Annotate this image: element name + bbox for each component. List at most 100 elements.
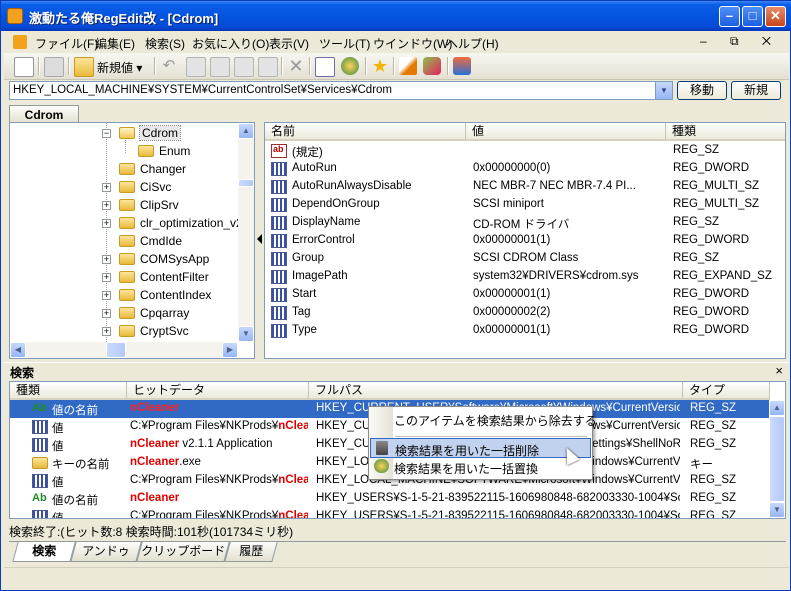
table-row[interactable]: AutoRun 0x00000000(0) REG_DWORD — [265, 160, 785, 178]
copy-icon[interactable] — [186, 57, 206, 77]
paste-icon[interactable] — [234, 57, 254, 77]
move-button[interactable]: 移動 — [677, 81, 727, 100]
rename-icon[interactable] — [315, 57, 335, 77]
paste-special-icon[interactable] — [258, 57, 278, 77]
menu-edit[interactable]: 編集(E) — [95, 35, 135, 52]
undo-icon[interactable]: ↶ — [160, 57, 178, 75]
table-row[interactable]: ErrorControl 0x00000001(1) REG_DWORD — [265, 232, 785, 250]
column-header-full-path[interactable]: フルパス — [309, 382, 683, 400]
table-row[interactable]: ImagePath system32¥DRIVERS¥cdrom.sys REG… — [265, 268, 785, 286]
column-header-name[interactable]: 名前 — [265, 123, 466, 141]
menu-favorites[interactable]: お気に入り(O) — [192, 35, 269, 52]
scroll-left-icon[interactable]: ◀ — [10, 342, 26, 358]
table-row[interactable]: DependOnGroup SCSI miniport REG_MULTI_SZ — [265, 196, 785, 214]
find-icon[interactable] — [341, 57, 359, 75]
scroll-thumb[interactable] — [238, 179, 254, 187]
wand-icon[interactable] — [399, 57, 417, 75]
menu-search[interactable]: 検索(S) — [145, 35, 185, 52]
tree-item-label[interactable]: CiSvc — [140, 180, 171, 194]
tree-item-label[interactable]: COMSysApp — [140, 252, 209, 266]
cut-icon[interactable] — [210, 57, 230, 77]
scroll-up-icon[interactable]: ▲ — [769, 400, 785, 416]
title-bar[interactable]: 激動たる俺RegEdit改 - [Cdrom] – □ ✕ — [1, 1, 791, 31]
scroll-down-icon[interactable]: ▼ — [238, 326, 254, 342]
tab-cdrom[interactable]: Cdrom — [9, 105, 79, 123]
expand-icon[interactable]: + — [102, 183, 111, 192]
table-row[interactable]: Tag 0x00000002(2) REG_DWORD — [265, 304, 785, 322]
menu-file[interactable]: ファイル(F) — [35, 35, 98, 52]
table-row[interactable]: Group SCSI CDROM Class REG_SZ — [265, 250, 785, 268]
tree-item-clipsrv[interactable]: + ClipSrv — [10, 197, 240, 215]
expand-icon[interactable]: + — [102, 255, 111, 264]
tree-item-cryptsvc[interactable]: + CryptSvc — [10, 323, 240, 341]
column-header-value[interactable]: 値 — [466, 123, 666, 141]
expand-icon[interactable]: + — [102, 327, 111, 336]
app-icon[interactable] — [7, 8, 23, 24]
expand-icon[interactable]: + — [102, 273, 111, 282]
edit-icon[interactable] — [44, 57, 64, 77]
tree-item-label[interactable]: clr_optimization_v2. — [140, 216, 246, 230]
tree-item-label[interactable]: Cpqarray — [140, 306, 189, 320]
expand-icon[interactable]: + — [102, 219, 111, 228]
star-favorites-icon[interactable]: ★ — [371, 57, 389, 75]
menu-window[interactable]: ウインドウ(W) — [373, 35, 452, 52]
new-value-dropdown[interactable]: 新規値 ▾ — [97, 59, 142, 76]
close-icon[interactable]: × — [775, 363, 783, 378]
table-row[interactable]: (規定) REG_SZ — [265, 142, 785, 160]
mdi-window-buttons[interactable]: – ⧉ ✕ — [700, 34, 781, 49]
menu-view[interactable]: 表示(V) — [269, 35, 309, 52]
tree-vertical-scrollbar[interactable]: ▲ ▼ — [238, 123, 254, 342]
new-document-icon[interactable] — [14, 57, 34, 77]
menu-help[interactable]: ヘルプ(H) — [446, 35, 499, 52]
address-combobox[interactable]: HKEY_LOCAL_MACHINE¥SYSTEM¥CurrentControl… — [9, 81, 673, 100]
column-header-kind[interactable]: 種類 — [10, 382, 127, 400]
tree-item-cisvc[interactable]: + CiSvc — [10, 179, 240, 197]
search-vertical-scrollbar[interactable]: ▲ ▼ — [769, 400, 785, 518]
tree-item-clr-optimization[interactable]: + clr_optimization_v2. — [10, 215, 246, 233]
tree-item-contentfilter[interactable]: + ContentFilter — [10, 269, 240, 287]
tree-item-cdrom[interactable]: − Cdrom — [10, 125, 240, 143]
tree-item-label[interactable]: Cdrom — [138, 125, 182, 141]
tree-item-label[interactable]: ContentIndex — [140, 288, 211, 302]
tree-item-label[interactable]: ContentFilter — [140, 270, 209, 284]
table-row[interactable]: Ab 値の名前 nCleaner HKEY_USERS¥S-1-5-21-839… — [10, 490, 770, 508]
table-row[interactable]: DisplayName CD-ROM ドライバ REG_SZ — [265, 214, 785, 232]
document-icon[interactable] — [13, 35, 27, 49]
scroll-right-icon[interactable]: ▶ — [222, 342, 238, 358]
tree-item-label[interactable]: ClipSrv — [140, 198, 179, 212]
tree-item-contentindex[interactable]: + ContentIndex — [10, 287, 240, 305]
tab-search[interactable]: 検索 — [12, 542, 76, 562]
tree-item-cmdide[interactable]: CmdIde — [10, 233, 240, 251]
tree-item-changer[interactable]: Changer — [10, 161, 240, 179]
tree-item-label[interactable]: Enum — [159, 144, 190, 158]
menu-item-remove-from-results[interactable]: このアイテムを検索結果から除去する — [370, 409, 597, 429]
minimize-button[interactable]: – — [719, 6, 740, 27]
table-row[interactable]: Type 0x00000001(1) REG_DWORD — [265, 322, 785, 340]
scroll-up-icon[interactable]: ▲ — [238, 123, 254, 139]
tab-undo[interactable]: アンドゥ — [70, 542, 142, 562]
tab-history[interactable]: 履歴 — [224, 542, 278, 562]
maximize-button[interactable]: □ — [742, 6, 763, 27]
tree-item-label[interactable]: CmdIde — [140, 234, 182, 248]
collapse-icon[interactable]: − — [102, 129, 111, 138]
table-row[interactable]: AutoRunAlwaysDisable NEC MBR-7 NEC MBR-7… — [265, 178, 785, 196]
expand-icon[interactable]: + — [102, 291, 111, 300]
address-input[interactable]: HKEY_LOCAL_MACHINE¥SYSTEM¥CurrentControl… — [13, 84, 392, 96]
home-icon[interactable] — [453, 57, 471, 75]
table-row[interactable]: Start 0x00000001(1) REG_DWORD — [265, 286, 785, 304]
scroll-down-icon[interactable]: ▼ — [769, 502, 785, 518]
tree-horizontal-scrollbar[interactable]: ◀ ▶ — [10, 342, 238, 358]
pane-splitter[interactable] — [256, 122, 263, 359]
column-header-type[interactable]: 種類 — [666, 123, 785, 141]
close-button[interactable]: ✕ — [765, 6, 786, 27]
scroll-thumb[interactable] — [769, 416, 785, 502]
column-header-hit-data[interactable]: ヒットデータ — [127, 382, 309, 400]
expand-icon[interactable]: + — [102, 309, 111, 318]
tree-item-enum[interactable]: Enum — [10, 143, 240, 161]
chevron-down-icon[interactable]: ▼ — [655, 82, 672, 99]
menu-tools[interactable]: ツール(T) — [319, 35, 370, 52]
new-button[interactable]: 新規 — [731, 81, 781, 100]
tree-item-label[interactable]: Changer — [140, 162, 186, 176]
tree-item-comsysapp[interactable]: + COMSysApp — [10, 251, 240, 269]
expand-icon[interactable]: + — [102, 201, 111, 210]
